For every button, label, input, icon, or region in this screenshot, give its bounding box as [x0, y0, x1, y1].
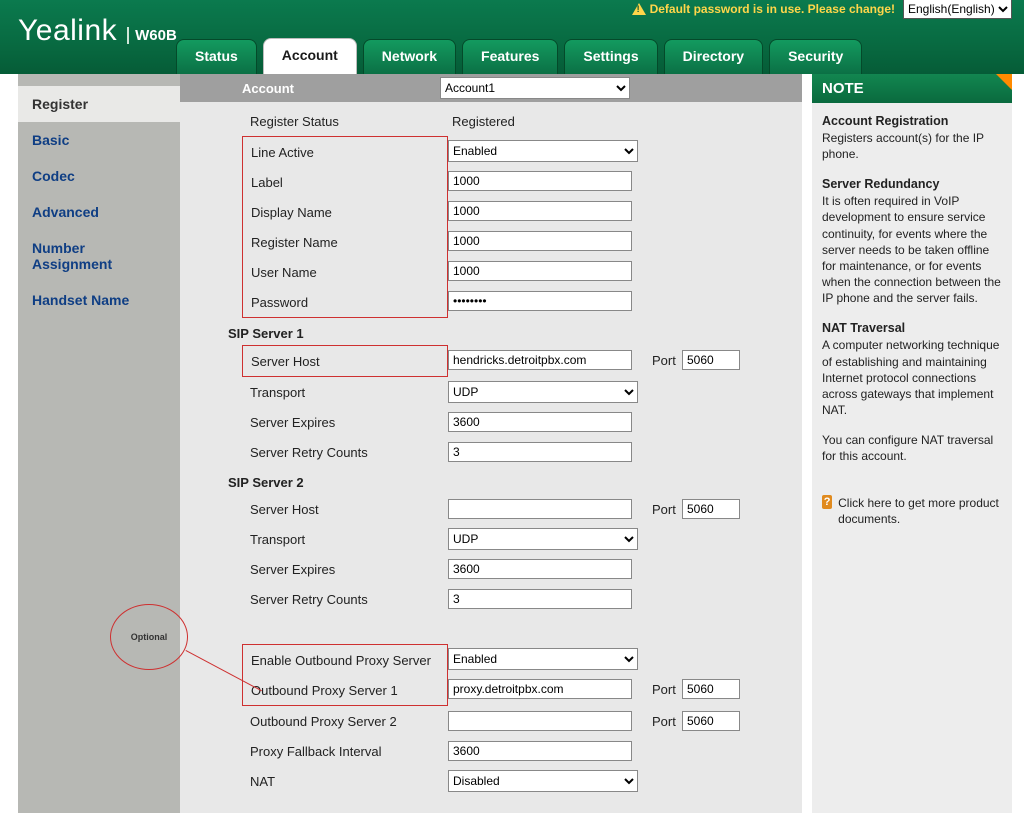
- note-s2-title: Server Redundancy: [822, 177, 939, 191]
- sip1-retry-input[interactable]: [448, 442, 632, 462]
- note-s3-text: A computer networking technique of estab…: [822, 338, 999, 417]
- display-name-label: Display Name: [245, 201, 447, 224]
- line-active-select[interactable]: Enabled: [448, 140, 638, 162]
- register-status-label: Register Status: [244, 110, 448, 133]
- tab-status[interactable]: Status: [176, 39, 257, 74]
- sip2-transport-label: Transport: [244, 528, 448, 551]
- register-name-label: Register Name: [245, 231, 447, 254]
- account-select[interactable]: Account1: [440, 77, 630, 99]
- sip2-transport-select[interactable]: UDP: [448, 528, 638, 550]
- sip2-server-host-label: Server Host: [244, 498, 448, 521]
- sidebar-item-register[interactable]: Register: [18, 86, 180, 122]
- register-name-input[interactable]: [448, 231, 632, 251]
- sip2-expires-input[interactable]: [448, 559, 632, 579]
- account-header-label: Account: [236, 77, 440, 100]
- language-select[interactable]: English(English): [903, 0, 1012, 19]
- outbound-proxy2-label: Outbound Proxy Server 2: [244, 710, 448, 733]
- logo: Yealink W60B: [18, 14, 177, 48]
- sip2-expires-label: Server Expires: [244, 558, 448, 581]
- outbound-proxy1-label: Outbound Proxy Server 1: [245, 679, 447, 702]
- sip2-port-input[interactable]: [682, 499, 740, 519]
- label-label: Label: [245, 171, 447, 194]
- sidebar-item-basic[interactable]: Basic: [18, 122, 180, 158]
- main-panel: Account Account1 Register Status Registe…: [180, 74, 802, 813]
- sip1-transport-label: Transport: [244, 381, 448, 404]
- main-tabs: Status Account Network Features Settings…: [176, 38, 862, 74]
- outbound-proxy2-port-input[interactable]: [682, 711, 740, 731]
- line-active-label: Line Active: [245, 141, 447, 164]
- sidebar-item-handset-name[interactable]: Handset Name: [18, 282, 180, 318]
- tab-features[interactable]: Features: [462, 39, 558, 74]
- tab-network[interactable]: Network: [363, 39, 456, 74]
- proxy-fallback-input[interactable]: [448, 741, 632, 761]
- label-input[interactable]: [448, 171, 632, 191]
- enable-outbound-label: Enable Outbound Proxy Server: [245, 649, 447, 672]
- sip1-server-host-input[interactable]: [448, 350, 632, 370]
- password-label: Password: [245, 291, 447, 314]
- note-s2-text: It is often required in VoIP development…: [822, 194, 1001, 305]
- sidebar-item-codec[interactable]: Codec: [18, 158, 180, 194]
- brand-name: Yealink: [18, 14, 117, 48]
- sip1-expires-label: Server Expires: [244, 411, 448, 434]
- tab-directory[interactable]: Directory: [664, 39, 763, 74]
- tab-settings[interactable]: Settings: [564, 39, 657, 74]
- note-panel: NOTE Account Registration Registers acco…: [812, 74, 1012, 813]
- outbound-proxy1-port-input[interactable]: [682, 679, 740, 699]
- sip2-header: SIP Server 2: [188, 467, 794, 494]
- user-name-input[interactable]: [448, 261, 632, 281]
- tab-account[interactable]: Account: [263, 38, 357, 74]
- password-warning: Default password is in use. Please chang…: [632, 2, 895, 16]
- sip2-port-label: Port: [652, 502, 682, 517]
- question-icon: ?: [822, 495, 832, 509]
- nat-select[interactable]: Disabled: [448, 770, 638, 792]
- header: Log Out Yealink W60B Default password is…: [0, 0, 1024, 74]
- user-name-label: User Name: [245, 261, 447, 284]
- sip1-server-host-label: Server Host: [245, 350, 447, 373]
- sip1-header: SIP Server 1: [188, 318, 794, 345]
- note-docs-link[interactable]: Click here to get more product documents…: [838, 495, 1002, 527]
- warning-icon: [632, 3, 646, 15]
- enable-outbound-select[interactable]: Enabled: [448, 648, 638, 670]
- sip1-port-input[interactable]: [682, 350, 740, 370]
- display-name-input[interactable]: [448, 201, 632, 221]
- note-s4-text: You can configure NAT traversal for this…: [822, 433, 993, 463]
- note-title: NOTE: [812, 74, 1012, 103]
- sip1-expires-input[interactable]: [448, 412, 632, 432]
- tab-security[interactable]: Security: [769, 39, 862, 74]
- note-s1-title: Account Registration: [822, 114, 948, 128]
- outbound-proxy1-port-label: Port: [652, 682, 682, 697]
- note-s3-title: NAT Traversal: [822, 321, 905, 335]
- password-input[interactable]: [448, 291, 632, 311]
- outbound-proxy1-input[interactable]: [448, 679, 632, 699]
- sidebar-item-number-assignment[interactable]: Number Assignment: [18, 230, 180, 282]
- sip1-port-label: Port: [652, 353, 682, 368]
- outbound-proxy2-port-label: Port: [652, 714, 682, 729]
- nat-label: NAT: [244, 770, 448, 793]
- sip1-transport-select[interactable]: UDP: [448, 381, 638, 403]
- sip1-retry-label: Server Retry Counts: [244, 441, 448, 464]
- warning-text: Default password is in use. Please chang…: [650, 2, 895, 16]
- outbound-proxy2-input[interactable]: [448, 711, 632, 731]
- proxy-fallback-label: Proxy Fallback Interval: [244, 740, 448, 763]
- model-name: W60B: [127, 27, 177, 44]
- account-sidebar: Register Basic Codec Advanced Number Ass…: [18, 74, 180, 813]
- sip2-retry-input[interactable]: [448, 589, 632, 609]
- note-s1-text: Registers account(s) for the IP phone.: [822, 131, 984, 161]
- register-status-value: Registered: [448, 114, 638, 129]
- sip2-retry-label: Server Retry Counts: [244, 588, 448, 611]
- sidebar-item-advanced[interactable]: Advanced: [18, 194, 180, 230]
- sip2-server-host-input[interactable]: [448, 499, 632, 519]
